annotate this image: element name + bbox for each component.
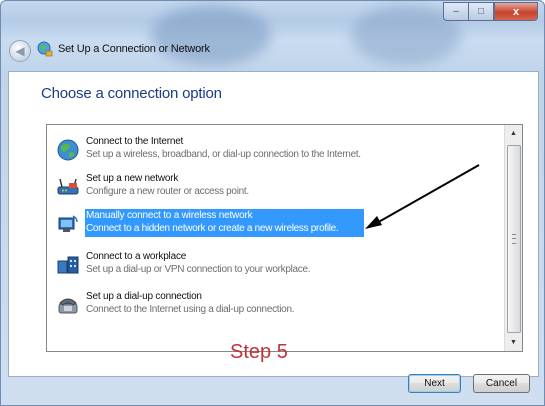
back-button[interactable]: ◀	[9, 40, 31, 62]
window-controls: – □ x	[443, 2, 538, 21]
option-title: Connect to the Internet	[86, 136, 184, 147]
option-description: Set up a wireless, broadband, or dial-up…	[86, 149, 361, 160]
router-icon	[57, 178, 79, 195]
telephone-icon	[58, 298, 78, 314]
maximize-button[interactable]: □	[468, 2, 494, 21]
network-setup-icon	[37, 41, 53, 57]
annotation-arrow	[365, 164, 480, 229]
workplace-icon	[57, 256, 79, 274]
cancel-button[interactable]: Cancel	[473, 374, 530, 393]
option-title: Connect to a workplace	[86, 251, 187, 262]
grip-icon	[512, 234, 516, 244]
step-label: Step 5	[230, 341, 288, 363]
scroll-thumb[interactable]	[507, 145, 521, 333]
close-button[interactable]: x	[494, 2, 538, 21]
option-description: Connect to a hidden network or create a …	[86, 223, 339, 234]
scroll-down-arrow-icon[interactable]: ▼	[505, 334, 522, 351]
page-heading: Choose a connection option	[41, 85, 222, 102]
vertical-scrollbar[interactable]: ▲ ▼	[504, 125, 522, 351]
next-button[interactable]: Next	[408, 374, 461, 393]
option-connect-internet[interactable]: Connect to the Internet Set up a wireles…	[51, 135, 499, 165]
option-dialup[interactable]: Set up a dial-up connection Connect to t…	[51, 290, 499, 320]
wireless-computer-icon	[58, 215, 78, 232]
window-title: Set Up a Connection or Network	[58, 43, 210, 55]
globe-network-icon	[57, 139, 79, 161]
connection-options-list[interactable]: Connect to the Internet Set up a wireles…	[46, 124, 523, 352]
option-title: Set up a dial-up connection	[86, 291, 202, 302]
option-title: Set up a new network	[86, 173, 179, 184]
option-workplace[interactable]: Connect to a workplace Set up a dial-up …	[51, 250, 499, 280]
option-description: Configure a new router or access point.	[86, 186, 249, 197]
wizard-window: – □ x ◀ Set Up a Connection or Network C…	[0, 0, 545, 406]
back-arrow-icon: ◀	[15, 44, 25, 58]
option-description: Connect to the Internet using a dial-up …	[86, 304, 295, 315]
option-description: Set up a dial-up or VPN connection to yo…	[86, 264, 311, 275]
aero-glass-blur	[151, 5, 271, 65]
scroll-up-arrow-icon[interactable]: ▲	[505, 125, 522, 142]
minimize-button[interactable]: –	[443, 2, 468, 21]
option-title: Manually connect to a wireless network	[86, 210, 253, 221]
